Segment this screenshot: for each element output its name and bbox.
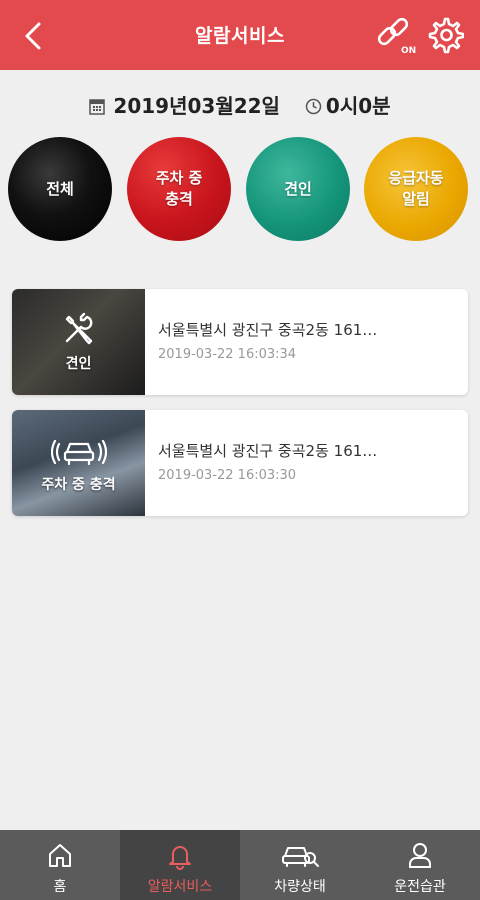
tab-vehicle-status[interactable]: 차량상태: [240, 830, 360, 900]
app-header: 알람서비스 ON: [0, 0, 480, 70]
wrench-screwdriver-icon: [65, 312, 92, 345]
filter-all-button[interactable]: 전체: [8, 137, 112, 241]
gear-icon: [428, 17, 465, 54]
filter-all-label: 전체: [46, 179, 74, 198]
filter-parking-impact-button[interactable]: 주차 중 충격: [127, 137, 231, 241]
connection-toggle-button[interactable]: ON: [374, 14, 420, 56]
tab-label: 차량상태: [274, 879, 326, 895]
alert-card[interactable]: 주차 중 충격 서울특별시 광진구 중곡2동 161… 2019-03-22 1…: [12, 410, 468, 516]
alert-type-label: 주차 중 충격: [41, 477, 116, 493]
car-search-icon: [282, 847, 319, 867]
filter-emergency-label: 응급자동 알림: [388, 169, 444, 208]
filter-tow-label: 견인: [284, 179, 312, 198]
alert-thumbnail: 주차 중 충격: [12, 410, 145, 516]
calendar-icon: [89, 99, 106, 115]
filter-parking-impact-label: 주차 중 충격: [155, 169, 203, 208]
clock-icon: [305, 98, 322, 115]
filter-tow-button[interactable]: 견인: [246, 137, 350, 241]
tab-label: 홈: [53, 879, 67, 895]
alert-type-label: 견인: [65, 356, 92, 372]
bottom-tab-bar: 홈 알람서비스 차량상태 운전습관: [0, 830, 480, 900]
car-impact-icon: [50, 439, 107, 466]
alert-timestamp: 2019-03-22 16:03:30: [158, 468, 297, 483]
datetime-bar: 2019년03월22일 0시0분: [0, 90, 480, 120]
alert-thumbnail: 견인: [12, 289, 145, 395]
tab-label: 알람서비스: [147, 879, 213, 895]
time-text: 0시0분: [325, 94, 391, 118]
home-icon: [49, 844, 71, 867]
alert-address: 서울특별시 광진구 중곡2동 161…: [158, 442, 378, 460]
bell-icon: [169, 846, 191, 870]
link-on-badge: ON: [401, 46, 416, 56]
settings-button[interactable]: [426, 15, 465, 55]
alert-timestamp: 2019-03-22 16:03:34: [158, 347, 297, 362]
tab-home[interactable]: 홈: [0, 830, 120, 900]
filter-emergency-button[interactable]: 응급자동 알림: [364, 137, 468, 241]
link-icon: ON: [377, 17, 416, 56]
tab-driving-habits[interactable]: 운전습관: [360, 830, 480, 900]
alert-address: 서울특별시 광진구 중곡2동 161…: [158, 321, 378, 339]
user-icon: [409, 843, 431, 868]
tab-label: 운전습관: [394, 879, 446, 895]
alert-card[interactable]: 견인 서울특별시 광진구 중곡2동 161… 2019-03-22 16:03:…: [12, 289, 468, 395]
date-text: 2019년03월22일: [113, 94, 280, 118]
tab-alarm-service[interactable]: 알람서비스: [120, 830, 240, 900]
